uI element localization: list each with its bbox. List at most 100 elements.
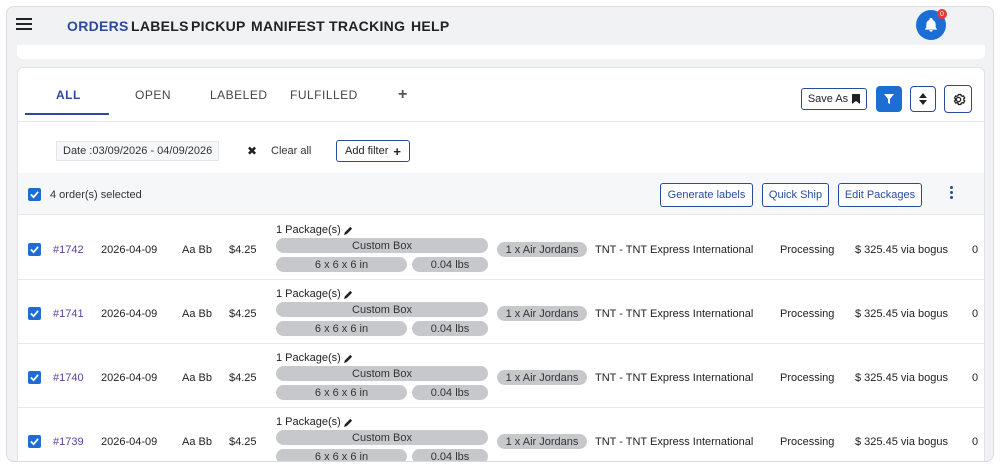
order-number-link[interactable]: #1740 xyxy=(53,372,84,384)
gear-icon xyxy=(953,93,966,105)
carrier-service: TNT - TNT Express International xyxy=(595,372,754,384)
payment-info: $ 325.45 via bogus xyxy=(855,308,948,320)
order-status: Processing xyxy=(780,244,835,256)
order-amount: $4.25 xyxy=(229,372,257,384)
tabs-row: ALL OPEN LABELED FULFILLED + Save As xyxy=(18,68,984,122)
pencil-icon[interactable] xyxy=(343,354,353,363)
active-tab-indicator xyxy=(25,113,109,115)
select-all-checkbox[interactable] xyxy=(28,188,41,201)
package-count-label: 1 Package(s) xyxy=(276,416,341,428)
sort-icon xyxy=(919,93,927,105)
settings-button[interactable] xyxy=(944,85,972,113)
order-date: 2026-04-09 xyxy=(101,372,158,384)
order-date: 2026-04-09 xyxy=(101,308,158,320)
line-items-pill: 1 x Air Jordans xyxy=(497,434,587,449)
package-count[interactable]: 1 Package(s) xyxy=(276,352,353,364)
pencil-icon[interactable] xyxy=(343,418,353,427)
row-checkbox[interactable] xyxy=(28,243,41,256)
package-count-label: 1 Package(s) xyxy=(276,224,341,236)
clear-all-link[interactable]: Clear all xyxy=(271,145,311,157)
close-icon[interactable]: ✖ xyxy=(247,144,257,158)
add-tab-button[interactable]: + xyxy=(398,86,407,104)
nav-help[interactable]: HELP xyxy=(411,18,450,34)
weight-pill: 0.04 lbs xyxy=(412,321,488,336)
sort-button[interactable] xyxy=(910,86,936,112)
check-icon xyxy=(30,310,39,318)
package-count[interactable]: 1 Package(s) xyxy=(276,416,353,428)
customer-name: Aa Bb xyxy=(182,436,212,448)
nav-manifest[interactable]: MANIFEST xyxy=(251,18,325,34)
top-nav: ORDERS LABELS PICKUP MANIFEST TRACKING H… xyxy=(7,7,993,45)
box-type-pill: Custom Box xyxy=(276,238,488,253)
check-icon xyxy=(30,246,39,254)
filter-button[interactable] xyxy=(876,86,902,112)
check-icon xyxy=(30,191,39,199)
tab-open[interactable]: OPEN xyxy=(135,88,171,102)
customer-name: Aa Bb xyxy=(182,244,212,256)
selected-count: 4 order(s) selected xyxy=(50,189,142,201)
check-icon xyxy=(30,374,39,382)
nav-labels[interactable]: LABELS xyxy=(131,18,189,34)
plus-icon: + xyxy=(393,143,401,159)
add-filter-label: Add filter xyxy=(344,145,389,157)
row-checkbox[interactable] xyxy=(28,307,41,320)
selection-bar: 4 order(s) selected Generate labels Quic… xyxy=(18,173,984,215)
quick-ship-button[interactable]: Quick Ship xyxy=(762,183,829,207)
order-number-link[interactable]: #1739 xyxy=(53,436,84,448)
edit-packages-button[interactable]: Edit Packages xyxy=(838,183,922,207)
payment-info: $ 325.45 via bogus xyxy=(855,244,948,256)
tab-labeled[interactable]: LABELED xyxy=(210,88,268,102)
line-items-pill: 1 x Air Jordans xyxy=(497,370,587,385)
table-row[interactable]: #1740 2026-04-09 Aa Bb $4.25 1 Package(s… xyxy=(18,344,984,408)
add-filter-button[interactable]: Add filter + xyxy=(336,140,410,162)
package-count-label: 1 Package(s) xyxy=(276,288,341,300)
more-actions-icon[interactable] xyxy=(947,186,955,202)
package-count[interactable]: 1 Package(s) xyxy=(276,288,353,300)
extra-value: 0 xyxy=(972,436,979,448)
extra-value: 0 xyxy=(972,308,979,320)
customer-name: Aa Bb xyxy=(182,372,212,384)
check-icon xyxy=(30,438,39,446)
box-type-pill: Custom Box xyxy=(276,430,488,445)
save-as-label: Save As xyxy=(807,93,849,105)
table-row[interactable]: #1741 2026-04-09 Aa Bb $4.25 1 Package(s… xyxy=(18,280,984,344)
table-row[interactable]: #1739 2026-04-09 Aa Bb $4.25 1 Package(s… xyxy=(18,408,984,461)
weight-pill: 0.04 lbs xyxy=(412,449,488,461)
menu-icon[interactable] xyxy=(16,18,32,30)
nav-tracking[interactable]: TRACKING xyxy=(329,18,405,34)
box-type-pill: Custom Box xyxy=(276,302,488,317)
nav-pickup[interactable]: PICKUP xyxy=(191,18,246,34)
save-as-button[interactable]: Save As xyxy=(801,88,867,110)
order-amount: $4.25 xyxy=(229,308,257,320)
dimensions-pill: 6 x 6 x 6 in xyxy=(276,385,407,400)
weight-pill: 0.04 lbs xyxy=(412,385,488,400)
order-number-link[interactable]: #1742 xyxy=(53,244,84,256)
app-window: ORDERS LABELS PICKUP MANIFEST TRACKING H… xyxy=(6,6,994,462)
tab-all[interactable]: ALL xyxy=(56,88,81,102)
package-count[interactable]: 1 Package(s) xyxy=(276,224,353,236)
order-date: 2026-04-09 xyxy=(101,436,158,448)
order-date: 2026-04-09 xyxy=(101,244,158,256)
order-amount: $4.25 xyxy=(229,436,257,448)
bookmark-icon xyxy=(852,94,861,104)
orders-panel: ALL OPEN LABELED FULFILLED + Save As Dat… xyxy=(17,67,985,461)
header-strip xyxy=(17,45,985,59)
order-number-link[interactable]: #1741 xyxy=(53,308,84,320)
table-row[interactable]: #1742 2026-04-09 Aa Bb $4.25 1 Package(s… xyxy=(18,216,984,280)
date-filter-chip[interactable]: Date :03/09/2026 - 04/09/2026 xyxy=(56,141,220,161)
row-checkbox[interactable] xyxy=(28,435,41,448)
row-checkbox[interactable] xyxy=(28,371,41,384)
nav-orders[interactable]: ORDERS xyxy=(67,18,129,34)
tab-fulfilled[interactable]: FULFILLED xyxy=(290,88,358,102)
extra-value: 0 xyxy=(972,244,979,256)
bell-icon xyxy=(925,18,937,32)
pencil-icon[interactable] xyxy=(343,290,353,299)
pencil-icon[interactable] xyxy=(343,226,353,235)
carrier-service: TNT - TNT Express International xyxy=(595,436,754,448)
weight-pill: 0.04 lbs xyxy=(412,257,488,272)
payment-info: $ 325.45 via bogus xyxy=(855,372,948,384)
notification-badge: 0 xyxy=(937,9,947,19)
carrier-service: TNT - TNT Express International xyxy=(595,308,754,320)
generate-labels-button[interactable]: Generate labels xyxy=(660,183,753,207)
box-type-pill: Custom Box xyxy=(276,366,488,381)
